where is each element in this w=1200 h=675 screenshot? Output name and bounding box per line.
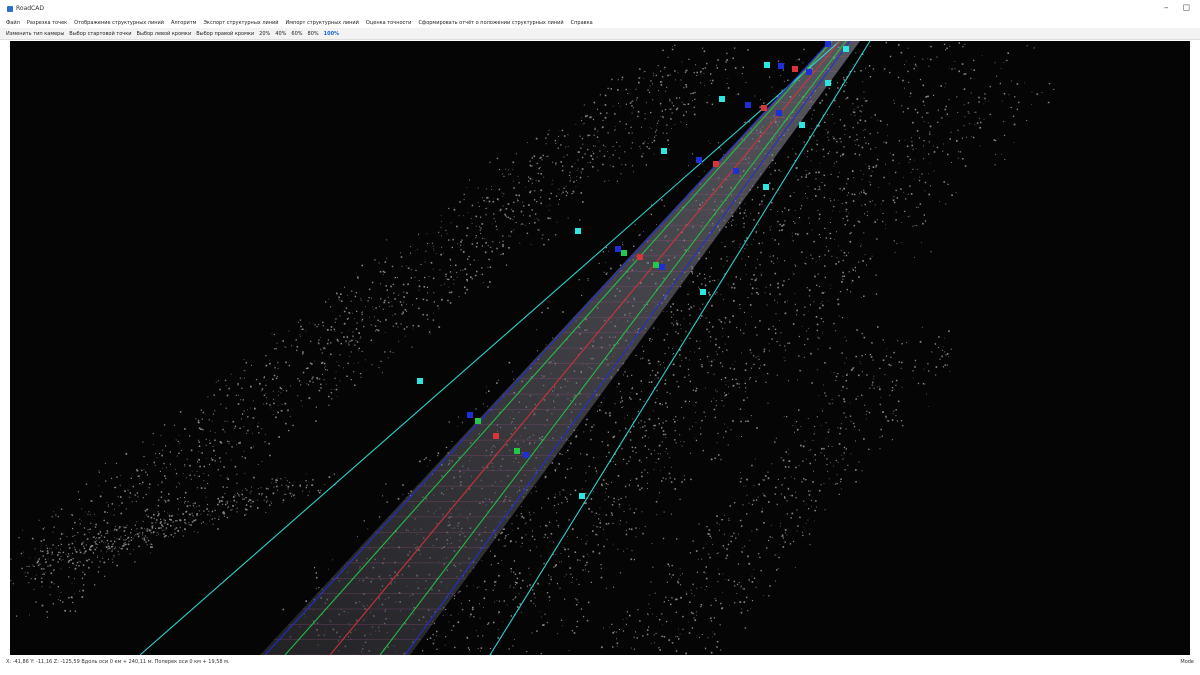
marker-blue: [659, 264, 665, 270]
marker-red: [713, 161, 719, 167]
marker-cyan: [843, 46, 849, 52]
zoom-100-button[interactable]: 100%: [324, 31, 339, 37]
marker-cyan: [575, 228, 581, 234]
marker-blue: [776, 110, 782, 116]
menu-algorithm[interactable]: Алгоритм: [171, 20, 196, 26]
marker-green: [621, 250, 627, 256]
restore-button[interactable]: ◻: [1183, 3, 1190, 13]
marker-blue: [696, 157, 702, 163]
status-mode: Mode: [1180, 659, 1194, 665]
window-controls: – ◻: [1164, 3, 1190, 13]
marker-cyan: [719, 96, 725, 102]
menu-report[interactable]: Сформировать отчёт о положении структурн…: [418, 20, 563, 26]
marker-blue: [615, 246, 621, 252]
app-icon: [7, 5, 13, 12]
menu-help[interactable]: Справка: [571, 20, 593, 26]
marker-cyan: [799, 122, 805, 128]
marker-red: [761, 105, 767, 111]
marker-cyan: [700, 289, 706, 295]
marker-red: [637, 254, 643, 260]
menu-import-lines[interactable]: Импорт структурных линий: [286, 20, 359, 26]
toolbar: Изменить тип камеры Выбор стартовой точк…: [0, 28, 1200, 40]
status-bar: X: -41,86 Y: -11,16 Z: -125,59 Вдоль оси…: [0, 657, 1200, 667]
marker-cyan: [763, 184, 769, 190]
point-cloud-canvas[interactable]: [10, 41, 1190, 655]
marker-blue: [733, 168, 739, 174]
zoom-20-button[interactable]: 20%: [259, 31, 270, 37]
zoom-80-button[interactable]: 80%: [308, 31, 319, 37]
marker-blue: [523, 452, 529, 458]
menu-structure-lines-view[interactable]: Отображение структурных линий: [74, 20, 164, 26]
marker-blue: [778, 63, 784, 69]
marker-green: [514, 448, 520, 454]
right-edge-button[interactable]: Выбор правой кромки: [196, 31, 254, 37]
marker-blue: [825, 41, 831, 47]
marker-green: [475, 418, 481, 424]
marker-cyan: [417, 378, 423, 384]
minimize-button[interactable]: –: [1164, 3, 1169, 13]
window-title: RoadCAD: [16, 5, 44, 12]
menu-bar: Файл Разрезка точек Отображение структур…: [0, 17, 1200, 28]
menu-file[interactable]: Файл: [6, 20, 20, 26]
start-point-button[interactable]: Выбор стартовой точки: [69, 31, 131, 37]
marker-blue: [467, 412, 473, 418]
left-edge-button[interactable]: Выбор левой кромки: [137, 31, 192, 37]
menu-export-lines[interactable]: Экспорт структурных линий: [203, 20, 278, 26]
zoom-60-button[interactable]: 60%: [291, 31, 302, 37]
menu-accuracy[interactable]: Оценка точности: [366, 20, 412, 26]
marker-blue: [745, 102, 751, 108]
marker-red: [493, 433, 499, 439]
marker-green: [653, 262, 659, 268]
point-cloud-viewport[interactable]: [10, 41, 1190, 655]
marker-cyan: [764, 62, 770, 68]
marker-cyan: [579, 493, 585, 499]
marker-cyan: [825, 80, 831, 86]
status-coords: X: -41,86 Y: -11,16 Z: -125,59 Вдоль оси…: [6, 659, 230, 665]
title-bar: RoadCAD – ◻: [0, 0, 1200, 17]
marker-blue: [806, 69, 812, 75]
camera-type-button[interactable]: Изменить тип камеры: [6, 31, 64, 37]
marker-cyan: [661, 148, 667, 154]
menu-point-cut[interactable]: Разрезка точек: [27, 20, 67, 26]
marker-red: [792, 66, 798, 72]
zoom-40-button[interactable]: 40%: [275, 31, 286, 37]
